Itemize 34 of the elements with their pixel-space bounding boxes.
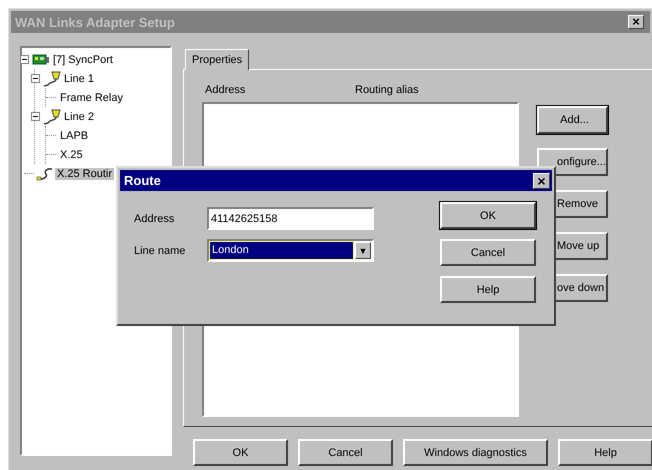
cable-icon (36, 166, 54, 180)
collapse-icon[interactable] (31, 112, 40, 121)
tree-item[interactable]: LAPB (58, 130, 90, 142)
tree-item[interactable]: X.25 (58, 148, 85, 160)
dialog-button[interactable]: Help (558, 439, 652, 466)
network-card-icon (32, 52, 50, 66)
cable-connector-icon (43, 70, 61, 86)
field-label: Line name (134, 244, 186, 256)
dialog-button[interactable]: Windows diagnostics (403, 439, 548, 466)
dialog-button[interactable]: OK (440, 202, 536, 229)
line-name-dropdown[interactable]: London ▼ (207, 239, 374, 262)
field-label: Address (134, 212, 176, 224)
dialog-button[interactable]: Cancel (440, 239, 536, 266)
close-button[interactable]: × (628, 15, 644, 29)
column-header: Routing alias (355, 84, 419, 98)
window-title: WAN Links Adapter Setup (15, 14, 175, 30)
tree-item[interactable]: Frame Relay (58, 92, 125, 104)
tree-item[interactable]: X.25 Routir (55, 168, 114, 180)
collapse-icon[interactable] (20, 55, 29, 64)
dialog-button[interactable]: OK (193, 439, 288, 466)
side-button[interactable]: onfigure... (537, 148, 608, 176)
close-button[interactable]: × (533, 172, 550, 188)
tree-item[interactable]: Line 1 (62, 72, 96, 84)
tree-item[interactable]: [7] SyncPort (51, 54, 115, 66)
collapse-icon[interactable] (31, 74, 40, 83)
column-header: Address (204, 84, 246, 98)
dialog-button[interactable]: Cancel (298, 439, 393, 466)
address-field[interactable]: 41142625158 (207, 207, 374, 230)
dialog-title: Route (124, 173, 161, 188)
dialog-button[interactable]: Help (440, 276, 536, 303)
cable-connector-icon (43, 108, 61, 124)
tab[interactable]: Properties (185, 49, 250, 70)
tree-item[interactable]: Line 2 (62, 110, 96, 122)
side-button[interactable]: Add... (537, 106, 608, 134)
